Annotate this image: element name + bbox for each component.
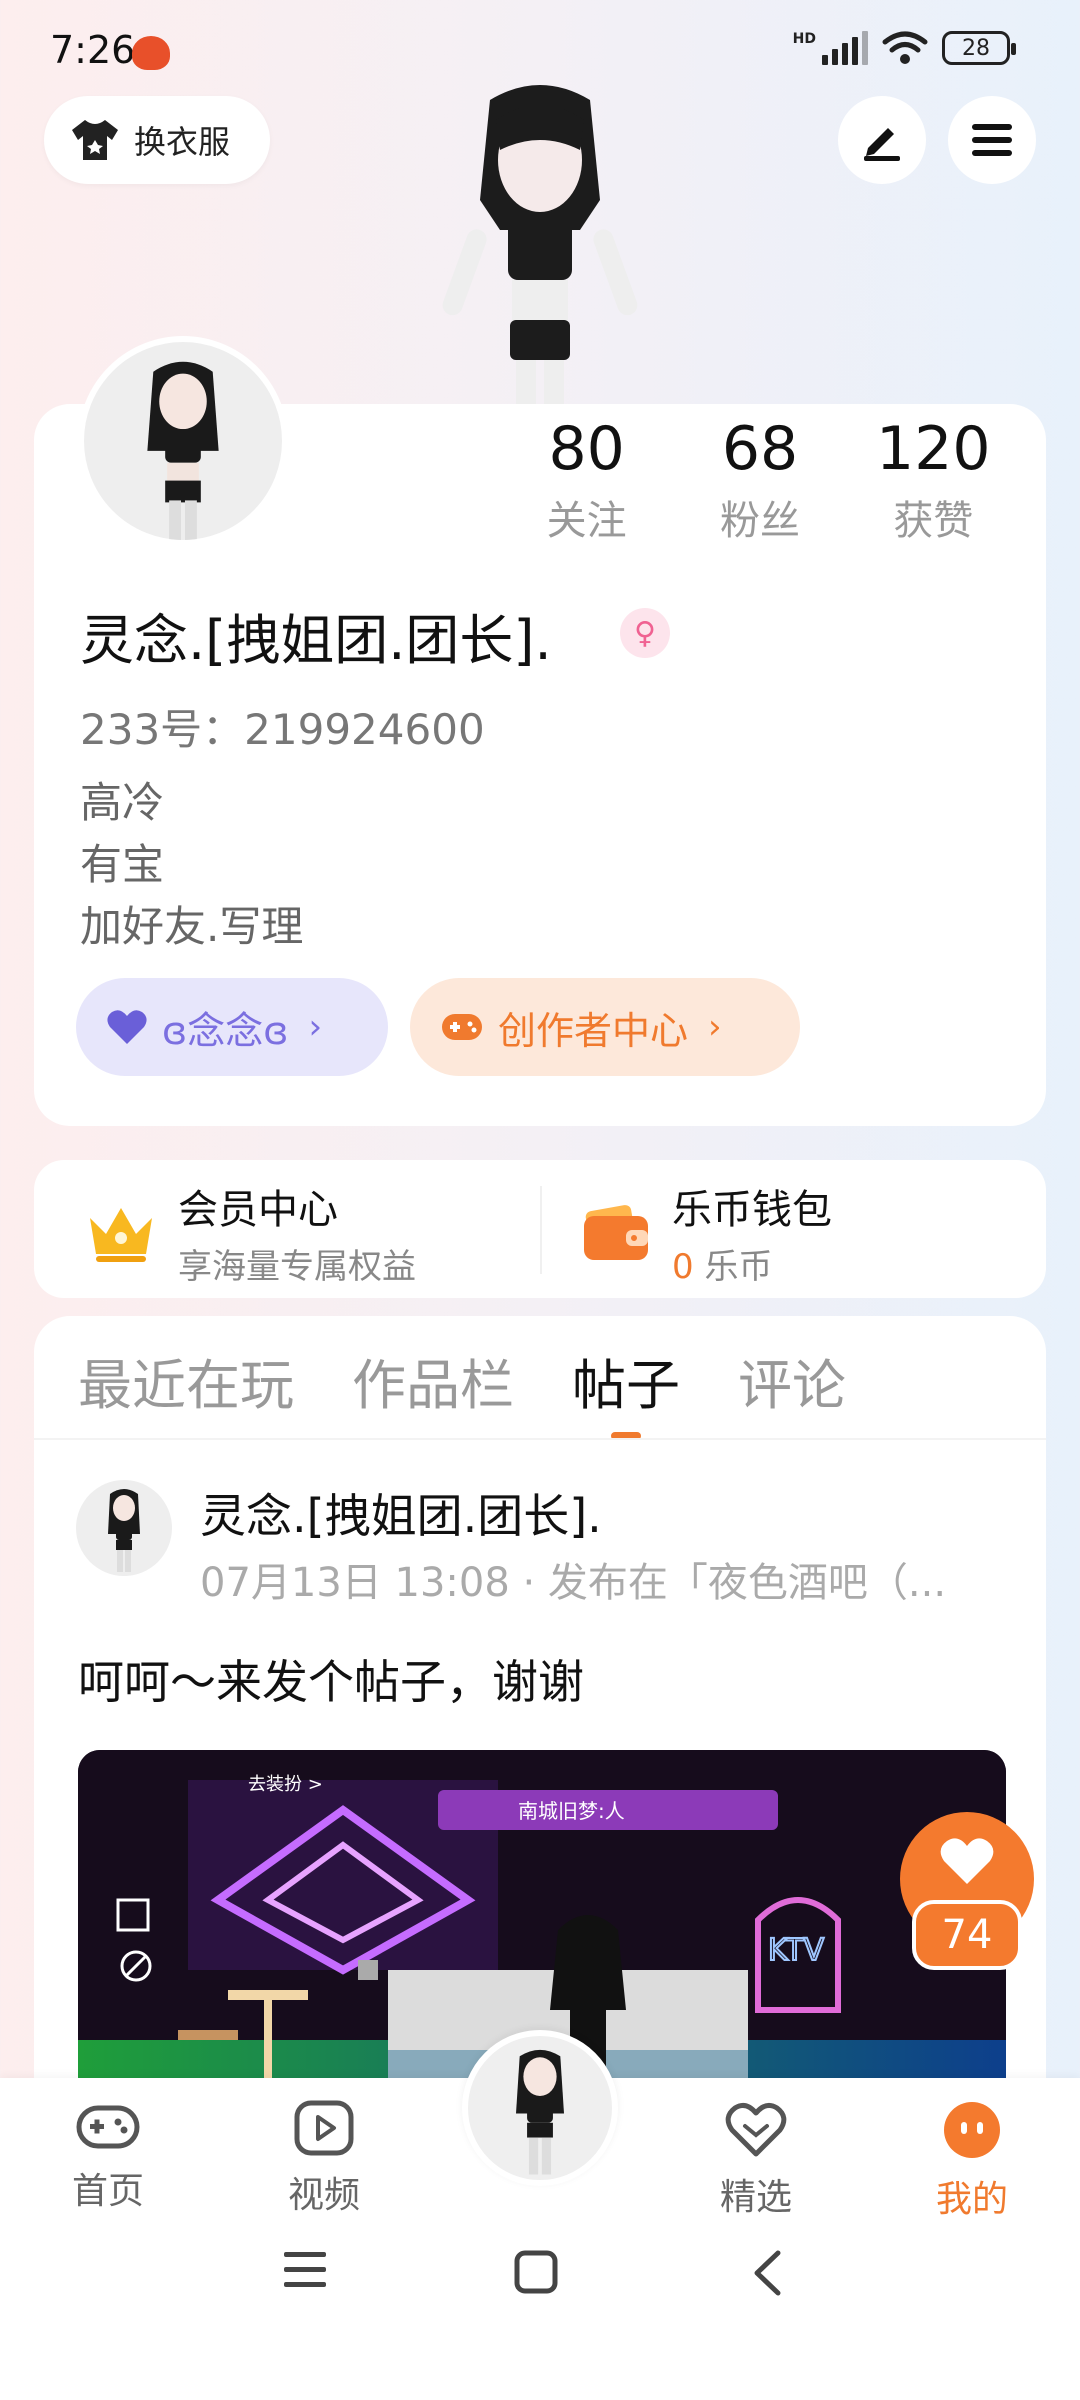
battery-level: 28 (962, 35, 990, 61)
member-wallet-card: 会员中心 享海量专属权益 乐币钱包 0 乐币 (34, 1160, 1046, 1298)
member-center-entry[interactable]: 会员中心 享海量专属权益 (84, 1182, 416, 1287)
nav-video[interactable]: 视频 (244, 2100, 404, 2218)
profile-tabs: 最近在玩 作品栏 帖子 评论 (78, 1336, 846, 1440)
tshirt-icon (72, 120, 118, 160)
avatar-figure-image (108, 1489, 140, 1572)
nav-video-label: 视频 (287, 2175, 360, 2216)
pencil-icon (864, 128, 900, 161)
battery-icon: 28 (942, 31, 1016, 65)
member-center-title: 会员中心 (178, 1186, 338, 1233)
nav-center-avatar-button[interactable] (462, 2030, 618, 2186)
wallet-icon (584, 1205, 648, 1260)
hd-label: HD (792, 31, 816, 47)
crown-icon (90, 1208, 152, 1262)
post-meta: 07月13日 13:08 · 发布在「夜色酒吧（... (200, 1560, 947, 1606)
change-outfit-label: 换衣服 (134, 123, 231, 161)
status-icons: HD 28 (792, 30, 1016, 66)
heart-chat-icon (725, 2102, 787, 2157)
avatar-figure-image (516, 2049, 564, 2175)
tab-recently-played[interactable]: 最近在玩 (78, 1336, 294, 1436)
creator-center-label: 创作者中心 (498, 1008, 689, 1053)
female-icon: ♀ (620, 608, 670, 658)
nav-featured[interactable]: 精选 (676, 2100, 836, 2220)
nav-home-label: 首页 (71, 2171, 144, 2212)
scene-banner-text: 南城旧梦:人 (518, 1799, 625, 1823)
profile-stats: 80 关注 68 粉丝 120 获赞 (500, 404, 1020, 554)
post-author-name[interactable]: 灵念.[拽姐团.团长]. (200, 1480, 602, 1546)
stat-following-label: 关注 (546, 498, 627, 544)
avatar[interactable] (78, 336, 288, 546)
stat-likes-count: 120 (876, 414, 991, 484)
home-icon[interactable] (514, 2250, 558, 2294)
status-time: 7:26 (50, 28, 136, 72)
wallet-amount: 0 (672, 1246, 694, 1287)
post-text[interactable]: 呵呵～来发个帖子，谢谢 (78, 1646, 584, 1712)
stat-fans-label: 粉丝 (719, 498, 800, 544)
signal-icon (822, 31, 868, 65)
nav-mine[interactable]: 我的 (892, 2100, 1052, 2222)
tab-posts[interactable]: 帖子 (572, 1336, 680, 1440)
scene-ktv-sign: KTV (768, 1933, 825, 1968)
stat-fans-count: 68 (721, 414, 799, 484)
bio-line: 高冷 (80, 778, 165, 827)
stat-following-count: 80 (548, 414, 625, 484)
avatar-3d-figure[interactable] (430, 80, 650, 410)
heart-icon (107, 1010, 147, 1044)
wallet-title: 乐币钱包 (672, 1186, 832, 1233)
fan-group-chip[interactable]: ɞ念念ɞ › (76, 978, 388, 1076)
like-count: 74 (912, 1900, 1022, 1970)
divider (34, 1438, 1046, 1440)
bio-line: 加好友.写理 (80, 902, 304, 951)
chevron-right-icon: › (308, 1007, 323, 1047)
divider (540, 1186, 542, 1274)
stat-following[interactable]: 80 关注 (500, 404, 673, 554)
tab-works[interactable]: 作品栏 (352, 1336, 514, 1436)
nav-mine-label: 我的 (935, 2179, 1008, 2220)
post-author-avatar[interactable] (76, 1480, 172, 1576)
recent-apps-icon[interactable] (282, 2250, 328, 2290)
creator-center-chip[interactable]: 创作者中心 › (410, 978, 800, 1076)
profile-bio: 高冷 有宝 加好友.写理 (80, 772, 303, 958)
nav-featured-label: 精选 (719, 2177, 792, 2218)
wallet-balance: 0 乐币 (672, 1239, 832, 1288)
profile-uid: 233号：219924600 (80, 705, 485, 754)
gamepad-icon (442, 1014, 482, 1040)
tab-comments[interactable]: 评论 (738, 1336, 846, 1436)
wallet-entry[interactable]: 乐币钱包 0 乐币 (582, 1182, 832, 1287)
stat-likes[interactable]: 120 获赞 (847, 404, 1020, 554)
fan-group-label: ɞ念念ɞ (162, 1008, 289, 1053)
wallet-unit: 乐币 (704, 1246, 773, 1287)
edit-profile-button[interactable] (838, 96, 926, 184)
chevron-right-icon: › (708, 1007, 722, 1047)
heart-icon (940, 1838, 994, 1884)
back-icon[interactable] (752, 2250, 782, 2296)
menu-icon (972, 124, 1012, 156)
stat-fans[interactable]: 68 粉丝 (673, 404, 846, 554)
play-icon (294, 2100, 354, 2156)
bio-line: 有宝 (80, 840, 165, 889)
dress-up-label: 去装扮 > (248, 1774, 323, 1795)
member-center-subtitle: 享海量专属权益 (178, 1246, 416, 1287)
smile-icon (944, 2102, 1000, 2158)
app-notification-icon (132, 36, 170, 70)
system-navigation-bar (0, 2220, 1080, 2320)
nav-home[interactable]: 首页 (28, 2100, 188, 2214)
change-outfit-button[interactable]: 换衣服 (44, 96, 270, 184)
wifi-icon (882, 31, 928, 64)
menu-button[interactable] (948, 96, 1036, 184)
gamepad-icon (76, 2105, 140, 2149)
profile-nickname: 灵念.[拽姐团.团长]. (80, 609, 552, 672)
stat-likes-label: 获赞 (893, 498, 974, 544)
avatar-figure-image (147, 361, 219, 540)
